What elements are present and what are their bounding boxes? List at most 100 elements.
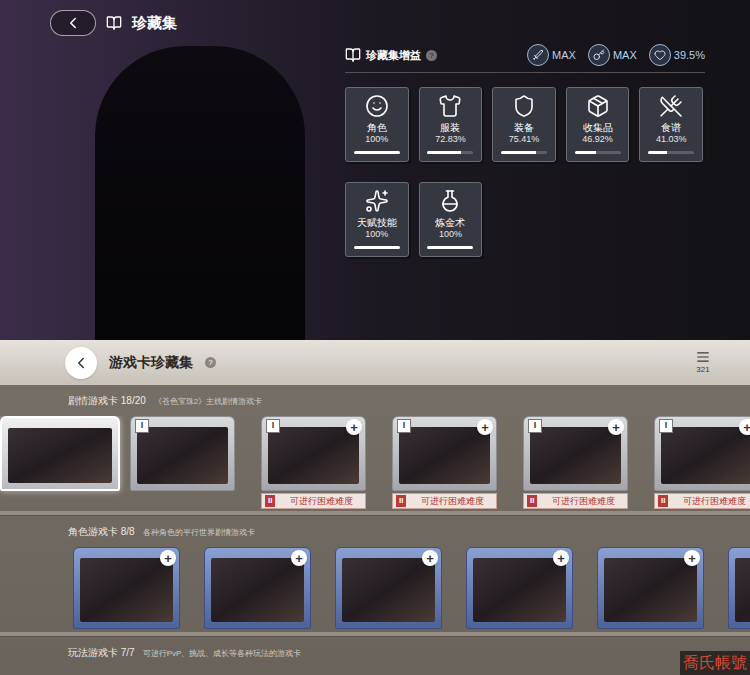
card-tier-badge: I <box>659 419 673 433</box>
game-card[interactable] <box>0 416 120 491</box>
collection-count[interactable]: 321 <box>696 350 710 376</box>
card-add-button[interactable]: + <box>346 419 362 435</box>
category-progress <box>648 151 694 154</box>
card-add-button[interactable]: + <box>291 550 307 566</box>
bonus-category-card[interactable]: 食谱41.03% <box>639 87 703 162</box>
bonus-category-card[interactable]: 收集品46.92% <box>566 87 630 162</box>
section-header: 剧情游戏卡 18/20《苍色宝珠2》主线剧情游戏卡 <box>0 385 750 416</box>
card-tier-badge: I <box>135 419 149 433</box>
back-button[interactable] <box>50 10 96 36</box>
back-icon <box>64 14 82 32</box>
game-card[interactable]: + <box>335 547 442 629</box>
bonus-panel: 珍藏集增益?MAXMAX39.5%角色100%服装72.83%装备75.41%收… <box>345 0 705 340</box>
card-row: + + + + + + <box>0 547 750 629</box>
game-card-slot: + <box>597 547 728 629</box>
bonus-header: 珍藏集增益?MAXMAX39.5% <box>345 44 705 73</box>
hard-mode-label[interactable]: II可进行困难难度 <box>392 493 497 509</box>
category-label: 炼金术 <box>435 217 465 229</box>
art-column: 珍藏集 <box>0 0 345 340</box>
card-add-button[interactable]: + <box>553 550 569 566</box>
category-label: 天赋技能 <box>357 217 397 229</box>
top-bar: 珍藏集 <box>0 0 345 38</box>
hard-mode-label[interactable]: II可进行困难难度 <box>523 493 628 509</box>
collection-help[interactable]: ? <box>205 357 216 368</box>
card-add-button[interactable]: + <box>422 550 438 566</box>
card-add-button[interactable]: + <box>477 419 493 435</box>
bonus-category-card[interactable]: 炼金术100% <box>419 182 483 257</box>
stat-badge <box>588 44 610 66</box>
stat-value: 39.5% <box>674 47 705 64</box>
hard-tier: II <box>396 495 406 507</box>
category-label: 服装 <box>440 122 460 134</box>
card-art <box>137 427 228 484</box>
game-card[interactable]: I+ <box>261 416 366 491</box>
hard-mode-label[interactable]: II可进行困难难度 <box>261 493 366 509</box>
bonus-title: 珍藏集增益 <box>366 47 421 64</box>
collection-back-button[interactable] <box>65 347 97 379</box>
category-progress-fill <box>648 151 667 154</box>
shelf <box>0 511 750 516</box>
game-card-slot: I+II可进行困难难度 <box>654 416 750 509</box>
hard-label: 可进行困难难度 <box>540 494 627 508</box>
category-icon <box>438 94 462 118</box>
stat-icon <box>654 49 666 61</box>
card-art <box>268 427 359 484</box>
category-progress-fill <box>354 246 400 249</box>
category-value: 72.83% <box>435 134 466 145</box>
section-subtitle: 可进行PvP、挑战、成长等各种玩法的游戏卡 <box>143 648 302 660</box>
section-title: 角色游戏卡 8/8 <box>68 524 135 539</box>
help-button[interactable]: ? <box>426 50 437 61</box>
game-card[interactable]: I+ <box>654 416 750 491</box>
category-progress-fill <box>427 151 461 154</box>
card-add-button[interactable]: + <box>160 550 176 566</box>
watermark: 喬氏帳號 <box>680 651 750 675</box>
game-card[interactable]: + <box>466 547 573 629</box>
game-card[interactable]: I <box>130 416 235 491</box>
section-title: 玩法游戏卡 7/7 <box>68 645 135 660</box>
game-card-slot: I+II可进行困难难度 <box>523 416 654 509</box>
card-section: 玩法游戏卡 7/7 可进行PvP、挑战、成长等各种玩法的游戏卡 <box>0 637 750 668</box>
category-progress <box>427 151 473 154</box>
card-section: 剧情游戏卡 18/20《苍色宝珠2》主线剧情游戏卡II+II可进行困难难度I+I… <box>0 385 750 516</box>
game-card[interactable]: + <box>728 547 750 629</box>
game-card[interactable]: + <box>597 547 704 629</box>
game-card[interactable]: + <box>73 547 180 629</box>
card-art <box>473 558 566 622</box>
game-card[interactable]: I+ <box>523 416 628 491</box>
stat-icon <box>532 49 544 61</box>
section-title: 剧情游戏卡 18/20 <box>68 393 146 408</box>
bonus-category-card[interactable]: 服装72.83% <box>419 87 483 162</box>
category-value: 75.41% <box>509 134 540 145</box>
game-card-slot: + <box>466 547 597 629</box>
card-art <box>80 558 173 622</box>
collection-header: 游戏卡珍藏集?321 <box>0 340 750 385</box>
game-card[interactable]: I+ <box>392 416 497 491</box>
category-icon <box>512 94 536 118</box>
card-row: II+II可进行困难难度I+II可进行困难难度I+II可进行困难难度I+II可进… <box>0 416 750 509</box>
hard-label: 可进行困难难度 <box>278 494 365 508</box>
game-card-slot: I+ II可进行困难难度 <box>392 416 523 509</box>
category-icon <box>586 94 610 118</box>
category-progress <box>501 151 547 154</box>
game-card[interactable]: + <box>204 547 311 629</box>
card-tier-badge: I <box>528 419 542 433</box>
hard-mode-label[interactable]: II可进行困难难度 <box>654 493 750 509</box>
page-title: 珍藏集 <box>132 12 177 35</box>
game-card-slot: + <box>335 547 466 629</box>
card-add-button[interactable]: + <box>739 419 750 435</box>
card-add-button[interactable]: + <box>684 550 700 566</box>
card-art <box>530 427 621 484</box>
list-icon <box>696 350 710 364</box>
section-header: 角色游戏卡 8/8各种角色的平行世界剧情游戏卡 <box>0 516 750 547</box>
category-label: 角色 <box>367 122 387 134</box>
card-add-button[interactable]: + <box>608 419 624 435</box>
category-value: 100% <box>365 229 388 240</box>
bonus-category-card[interactable]: 装备75.41% <box>492 87 556 162</box>
game-card-slot: I+ II可进行困难难度 <box>261 416 392 509</box>
game-card-slot: I <box>130 416 261 491</box>
bonus-category-card[interactable]: 天赋技能100% <box>345 182 409 257</box>
bonus-category-card[interactable]: 角色100% <box>345 87 409 162</box>
collection-top: 珍藏集珍藏集增益?MAXMAX39.5%角色100%服装72.83%装备75.4… <box>0 0 750 340</box>
game-card-collection: 游戏卡珍藏集?321剧情游戏卡 18/20《苍色宝珠2》主线剧情游戏卡II+II… <box>0 340 750 675</box>
category-progress-fill <box>427 246 473 249</box>
